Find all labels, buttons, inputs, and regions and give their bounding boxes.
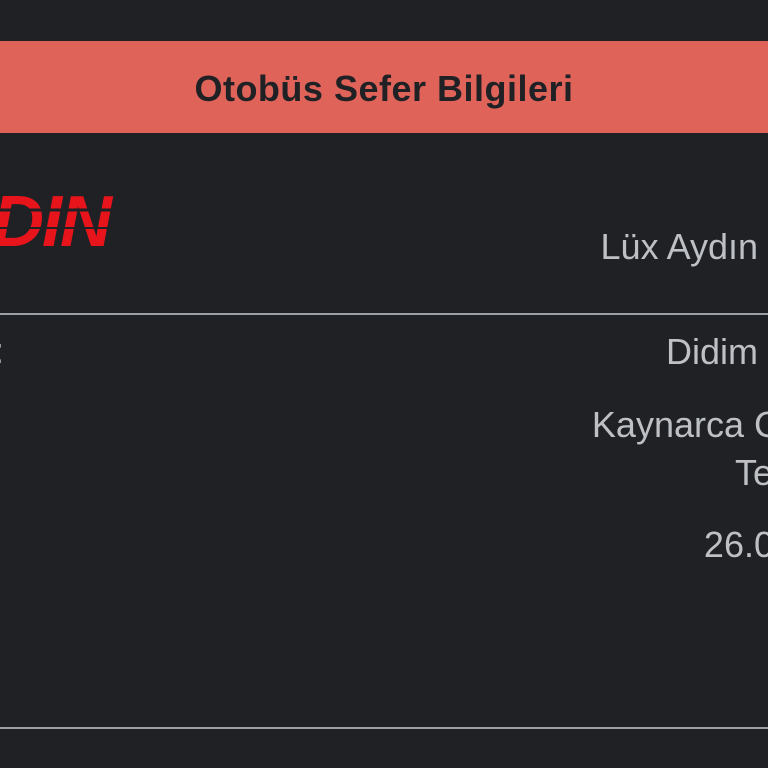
header-bar: Otobüs Sefer Bilgileri [0, 41, 768, 133]
status-strip [0, 0, 768, 41]
logo-text: DIN [0, 184, 114, 259]
divider [0, 313, 768, 315]
address-line-2: Te [734, 452, 768, 493]
company-logo: DIN [0, 184, 190, 259]
company-name: Lüx Aydın [600, 226, 758, 267]
page-title: Otobüs Sefer Bilgileri [194, 68, 574, 109]
address-line-1: Kaynarca C [591, 404, 768, 445]
departure-value: Didim [665, 331, 758, 372]
divider [0, 727, 768, 729]
bus-trip-info-screen: Otobüs Sefer Bilgileri DIN Lüx Aydın : D… [0, 0, 768, 768]
departure-label: : [0, 330, 4, 372]
trip-date: 26.0 [703, 524, 768, 565]
